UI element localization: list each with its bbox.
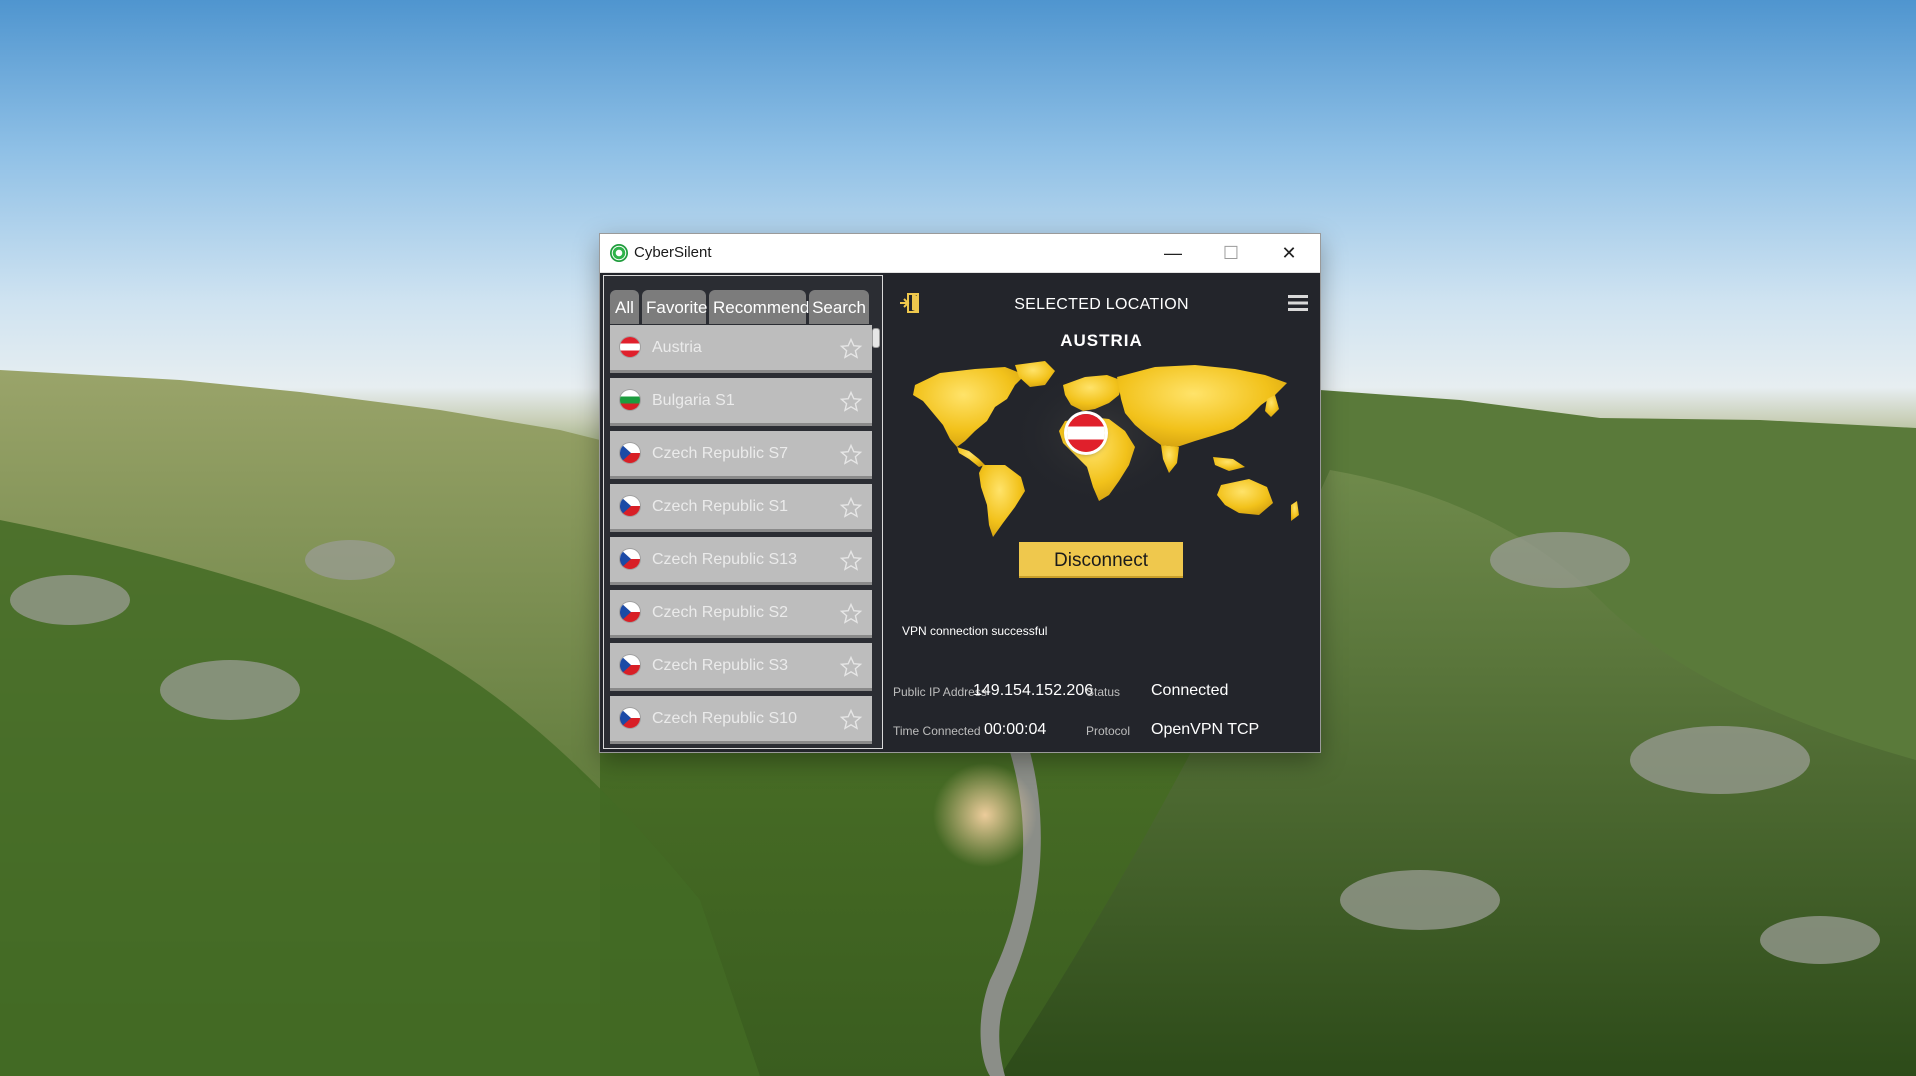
maximize-icon: ☐ bbox=[1222, 242, 1240, 263]
server-row-czech-s1[interactable]: Czech Republic S1 bbox=[610, 484, 872, 532]
close-icon: ✕ bbox=[1281, 242, 1297, 263]
public-ip-value: 149.154.152.206 bbox=[973, 682, 1094, 699]
austria-flag-icon bbox=[620, 337, 640, 357]
server-name: Czech Republic S3 bbox=[652, 657, 789, 674]
czech-flag-icon bbox=[620, 655, 640, 675]
favorite-star-icon[interactable] bbox=[839, 602, 863, 626]
title-bar[interactable]: CyberSilent — ☐ ✕ bbox=[600, 234, 1320, 273]
hamburger-menu-icon[interactable] bbox=[1288, 294, 1308, 312]
server-name: Czech Republic S2 bbox=[652, 604, 789, 621]
favorite-star-icon[interactable] bbox=[839, 549, 863, 573]
close-button[interactable]: ✕ bbox=[1260, 234, 1318, 272]
czech-flag-icon bbox=[620, 549, 640, 569]
status-label: Status bbox=[1086, 685, 1121, 699]
server-tabs: All Favorite Recommend Search bbox=[610, 290, 869, 324]
favorite-star-icon[interactable] bbox=[839, 655, 863, 679]
server-row-czech-s10[interactable]: Czech Republic S10 bbox=[610, 696, 872, 744]
selected-location-label: SELECTED LOCATION bbox=[1014, 296, 1189, 313]
list-scrollbar-thumb[interactable] bbox=[872, 328, 880, 348]
server-row-bulgaria-s1[interactable]: Bulgaria S1 bbox=[610, 378, 872, 426]
favorite-star-icon[interactable] bbox=[839, 496, 863, 520]
minimize-button[interactable]: — bbox=[1144, 234, 1202, 272]
disconnect-button[interactable]: Disconnect bbox=[1019, 542, 1183, 578]
connection-panel: SELECTED LOCATION AUSTRIA Disconnect VPN… bbox=[883, 272, 1320, 752]
austria-location-pin-icon bbox=[1067, 414, 1105, 452]
selected-country: AUSTRIA bbox=[1060, 331, 1143, 350]
tab-search[interactable]: Search bbox=[809, 290, 869, 324]
czech-flag-icon bbox=[620, 708, 640, 728]
favorite-star-icon[interactable] bbox=[839, 443, 863, 467]
server-row-czech-s3[interactable]: Czech Republic S3 bbox=[610, 643, 872, 691]
server-name: Czech Republic S1 bbox=[652, 498, 789, 515]
server-name: Czech Republic S13 bbox=[652, 551, 797, 568]
server-name: Austria bbox=[652, 339, 702, 356]
app-window: CyberSilent — ☐ ✕ All Favorite Recommend… bbox=[600, 234, 1320, 752]
czech-flag-icon bbox=[620, 496, 640, 516]
window-title: CyberSilent bbox=[634, 244, 712, 261]
minimize-icon: — bbox=[1164, 242, 1182, 263]
server-row-czech-s7[interactable]: Czech Republic S7 bbox=[610, 431, 872, 479]
maximize-button[interactable]: ☐ bbox=[1202, 234, 1260, 272]
favorite-star-icon[interactable] bbox=[839, 708, 863, 732]
tab-favorite[interactable]: Favorite bbox=[642, 290, 707, 324]
favorite-star-icon[interactable] bbox=[839, 390, 863, 414]
bulgaria-flag-icon bbox=[620, 390, 640, 410]
server-row-czech-s13[interactable]: Czech Republic S13 bbox=[610, 537, 872, 585]
server-list-panel: All Favorite Recommend Search Austria Bu… bbox=[603, 275, 883, 749]
time-connected-value: 00:00:04 bbox=[984, 721, 1047, 738]
favorite-star-icon[interactable] bbox=[839, 337, 863, 361]
tab-recommend[interactable]: Recommend bbox=[709, 290, 809, 324]
server-name: Bulgaria S1 bbox=[652, 392, 735, 409]
status-value: Connected bbox=[1151, 682, 1229, 699]
czech-flag-icon bbox=[620, 602, 640, 622]
protocol-label: Protocol bbox=[1086, 724, 1131, 738]
server-name: Czech Republic S10 bbox=[652, 710, 797, 727]
server-row-czech-s2[interactable]: Czech Republic S2 bbox=[610, 590, 872, 638]
tab-all[interactable]: All bbox=[610, 290, 639, 324]
server-row-austria[interactable]: Austria bbox=[610, 325, 872, 373]
connection-status-message: VPN connection successful bbox=[902, 624, 1048, 638]
server-name: Czech Republic S7 bbox=[652, 445, 789, 462]
world-map bbox=[913, 361, 1299, 537]
app-logo-icon bbox=[610, 244, 628, 262]
protocol-value: OpenVPN TCP bbox=[1151, 721, 1260, 738]
time-connected-label: Time Connected bbox=[893, 724, 981, 738]
czech-flag-icon bbox=[620, 443, 640, 463]
server-list: Austria Bulgaria S1 Czech Republic S7 Cz… bbox=[610, 325, 872, 745]
